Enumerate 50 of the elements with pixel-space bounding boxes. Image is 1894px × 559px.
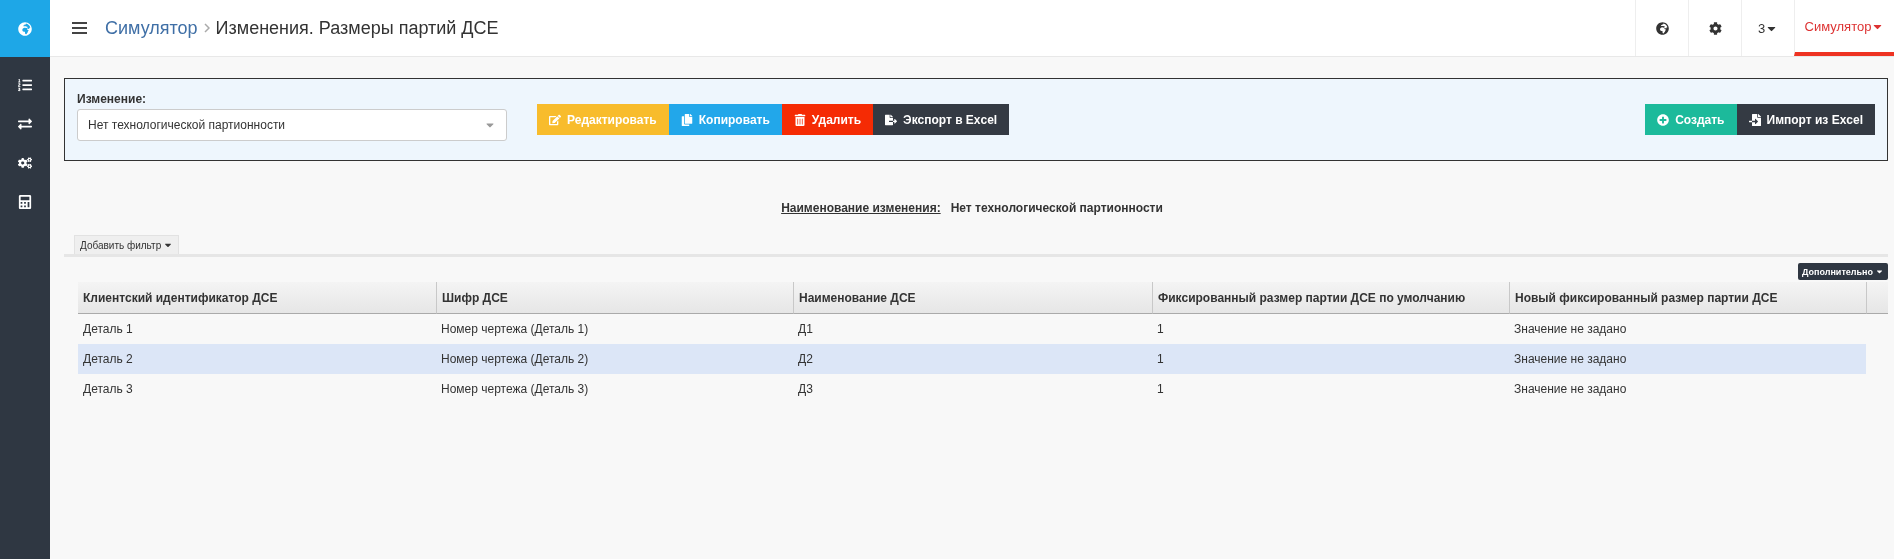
column-header[interactable]: Клиентский идентификатор ДСЕ: [78, 282, 436, 314]
table-cell-text: Значение не задано: [1513, 321, 1628, 338]
import-icon: [1748, 113, 1761, 126]
menu-icon[interactable]: [72, 22, 87, 34]
user-menu[interactable]: 3: [1741, 0, 1794, 56]
table-cell-text: Деталь 3: [82, 381, 134, 398]
column-header[interactable]: Наименование ДСЕ: [793, 282, 1152, 314]
breadcrumb-link[interactable]: Симулятор: [105, 17, 198, 39]
change-name-value: Нет технологической партионности: [950, 201, 1163, 215]
copy-icon: [680, 113, 693, 126]
change-select[interactable]: Нет технологической партионности: [77, 109, 507, 141]
table-cell: Д2: [793, 344, 1152, 374]
column-header[interactable]: Новый фиксированный размер партии ДСЕ: [1509, 282, 1866, 314]
table-cell-text: Д1: [797, 321, 814, 338]
edit-icon: [549, 113, 561, 126]
calculator-icon: [18, 194, 32, 209]
more-button[interactable]: Дополнительно: [1798, 263, 1888, 280]
globe-icon: [1655, 21, 1669, 35]
table-cell: 1: [1152, 344, 1509, 374]
globe-icon: [18, 21, 32, 36]
table-cell-text: Номер чертежа (Деталь 3): [440, 381, 590, 398]
delete-icon: [793, 113, 806, 126]
page-title: Изменения. Размеры партий ДСЕ: [215, 17, 499, 39]
export-icon: [885, 113, 898, 126]
column-header[interactable]: Шифр ДСЕ: [436, 282, 793, 314]
change-name-label: Наименование изменения:: [781, 201, 941, 215]
export-button[interactable]: Экспорт в Excel: [873, 104, 1010, 135]
table-cell-text: Значение не задано: [1513, 381, 1628, 398]
table-cell-text: 1: [1156, 381, 1165, 398]
field-label: Изменение:: [77, 92, 148, 106]
table-cell: Деталь 2: [78, 344, 436, 374]
import-button[interactable]: Импорт из Excel: [1736, 104, 1875, 135]
app-menu[interactable]: Симулятор: [1794, 0, 1894, 56]
gears-icon: [18, 155, 32, 170]
table-cell-text: Номер чертежа (Деталь 1): [440, 321, 590, 338]
table-cell-text: Деталь 1: [82, 321, 134, 338]
table-cell-text: 1: [1156, 321, 1165, 338]
table-cell: Номер чертежа (Деталь 2): [436, 344, 793, 374]
table-cell: Значение не задано: [1509, 344, 1866, 374]
settings-icon: [1708, 21, 1722, 35]
delete-button[interactable]: Удалить: [781, 104, 874, 135]
add-filter-button[interactable]: Добавить фильтр: [74, 235, 180, 254]
caret-icon: [1875, 267, 1884, 276]
list-icon: [18, 77, 32, 92]
arrows-icon: [18, 116, 32, 131]
create-icon: [1657, 113, 1670, 126]
chevron-icon: [203, 23, 210, 33]
column-header-blank: [1866, 282, 1888, 314]
column-header[interactable]: Фиксированный размер партии ДСЕ по умолчанию: [1152, 282, 1509, 314]
table-cell-text: Д3: [797, 381, 814, 398]
